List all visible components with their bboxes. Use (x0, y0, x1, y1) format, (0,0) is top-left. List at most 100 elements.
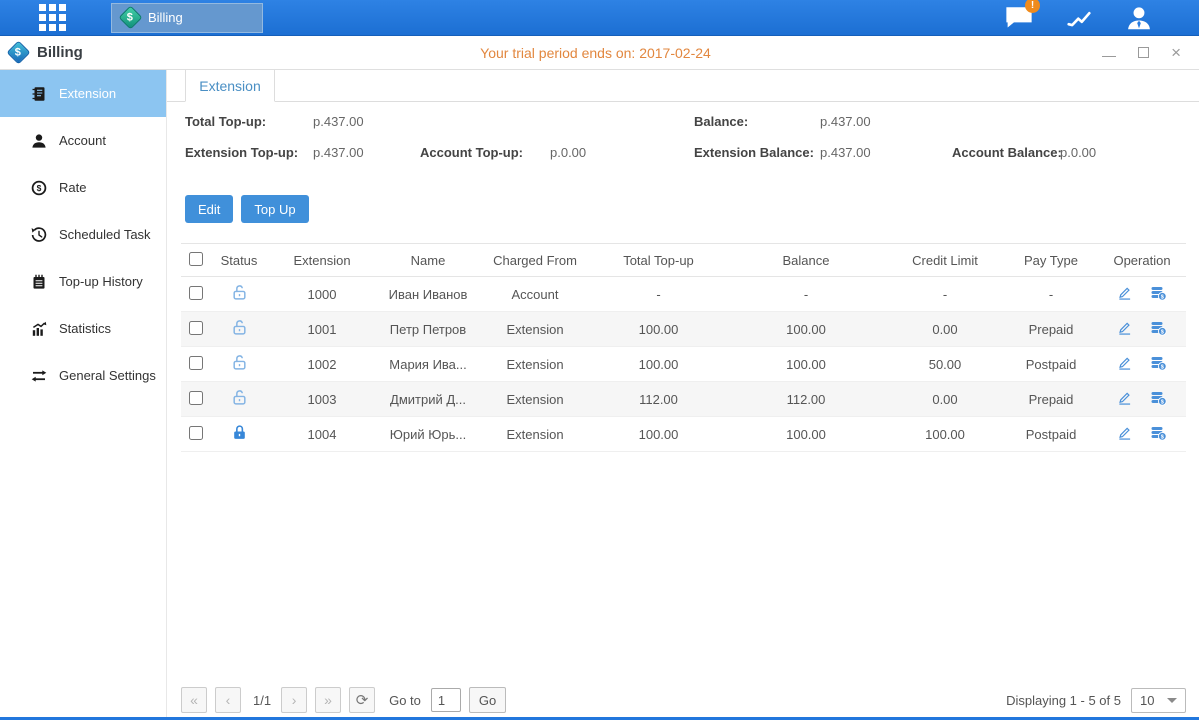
window-title: Billing (37, 44, 83, 61)
sidebar-item-rate[interactable]: $ Rate (0, 164, 166, 211)
select-all-checkbox[interactable] (189, 252, 203, 266)
row-checkbox[interactable] (189, 286, 203, 300)
sliders-icon (31, 368, 47, 384)
table-row: 1004 Юрий Юрь... Extension 100.00 100.00… (181, 417, 1186, 452)
cell-name: Петр Петров (377, 312, 479, 347)
edit-icon[interactable] (1117, 285, 1132, 300)
sidebar-item-account[interactable]: Account (0, 117, 166, 164)
refresh-icon[interactable]: ⟳ (349, 687, 375, 713)
notebook-icon (31, 274, 47, 290)
lock-open-icon[interactable] (231, 389, 248, 406)
total-topup-value: p.437.00 (313, 114, 364, 129)
sidebar-item-scheduled-task[interactable]: Scheduled Task (0, 211, 166, 258)
lock-open-icon[interactable] (231, 284, 248, 301)
cell-extension: 1003 (267, 382, 377, 417)
billing-app-icon: $ (118, 5, 142, 29)
col-pay-type: Pay Type (1004, 244, 1098, 277)
cell-pay-type: Postpaid (1004, 347, 1098, 382)
cell-name: Иван Иванов (377, 277, 479, 312)
go-button[interactable]: Go (469, 687, 506, 713)
cell-credit-limit: 0.00 (886, 312, 1004, 347)
sidebar-item-general-settings[interactable]: General Settings (0, 352, 166, 399)
row-checkbox[interactable] (189, 391, 203, 405)
topup-icon[interactable]: $ (1150, 355, 1167, 371)
extension-table: Status Extension Name Charged From Total… (181, 243, 1186, 452)
edit-button[interactable]: Edit (185, 195, 233, 223)
last-page-button[interactable]: » (315, 687, 341, 713)
edit-icon[interactable] (1117, 355, 1132, 370)
cell-charged-from: Extension (479, 312, 591, 347)
maximize-button[interactable] (1138, 47, 1149, 58)
sidebar-item-label: Account (59, 133, 106, 148)
row-checkbox[interactable] (189, 321, 203, 335)
col-extension: Extension (267, 244, 377, 277)
statistics-chart-icon[interactable] (1064, 5, 1094, 31)
taskbar-item-billing[interactable]: $ Billing (111, 3, 263, 33)
billing-window-icon: $ (6, 40, 30, 64)
pagination-bar: « ‹ 1/1 › » ⟳ Go to Go Displaying 1 - 5 … (181, 685, 1186, 715)
topup-icon[interactable]: $ (1150, 285, 1167, 301)
col-name: Name (377, 244, 479, 277)
cell-total-topup: 100.00 (591, 347, 726, 382)
edit-icon[interactable] (1117, 320, 1132, 335)
taskbar: $ Billing ! (0, 0, 1199, 36)
svg-text:$: $ (1161, 329, 1164, 335)
tab-extension[interactable]: Extension (185, 70, 275, 102)
topup-icon[interactable]: $ (1150, 320, 1167, 336)
sidebar-item-label: Scheduled Task (59, 227, 151, 242)
sidebar-item-topup-history[interactable]: Top-up History (0, 258, 166, 305)
balance-value: p.437.00 (820, 114, 871, 129)
col-status: Status (211, 244, 267, 277)
cell-credit-limit: - (886, 277, 1004, 312)
extension-balance-value: p.437.00 (820, 145, 871, 160)
close-button[interactable]: × (1171, 46, 1181, 60)
ledger-icon (31, 86, 47, 102)
next-page-button[interactable]: › (281, 687, 307, 713)
cell-credit-limit: 50.00 (886, 347, 1004, 382)
page-size-select[interactable]: 10 (1131, 688, 1186, 713)
goto-label: Go to (389, 693, 421, 708)
cell-credit-limit: 0.00 (886, 382, 1004, 417)
table-row: 1000 Иван Иванов Account - - - - $ (181, 277, 1186, 312)
cell-balance: 100.00 (726, 347, 886, 382)
sidebar-item-statistics[interactable]: Statistics (0, 305, 166, 352)
sidebar-item-label: General Settings (59, 368, 156, 383)
user-account-icon[interactable] (1124, 5, 1154, 31)
cell-balance: 100.00 (726, 417, 886, 452)
cell-balance: 112.00 (726, 382, 886, 417)
displaying-text: Displaying 1 - 5 of 5 (1006, 693, 1121, 708)
topup-icon[interactable]: $ (1150, 425, 1167, 441)
topup-icon[interactable]: $ (1150, 390, 1167, 406)
top-up-button[interactable]: Top Up (241, 195, 308, 223)
cell-name: Юрий Юрь... (377, 417, 479, 452)
tab-strip: Extension (167, 70, 1199, 102)
messages-icon[interactable]: ! (1004, 5, 1034, 31)
edit-icon[interactable] (1117, 425, 1132, 440)
balance-label: Balance: (694, 114, 748, 129)
cell-charged-from: Extension (479, 417, 591, 452)
lock-open-icon[interactable] (231, 354, 248, 371)
svg-text:$: $ (1161, 294, 1164, 300)
svg-text:$: $ (1161, 399, 1164, 405)
cell-pay-type: Prepaid (1004, 382, 1098, 417)
cell-extension: 1000 (267, 277, 377, 312)
edit-icon[interactable] (1117, 390, 1132, 405)
cell-total-topup: 100.00 (591, 312, 726, 347)
first-page-button[interactable]: « (181, 687, 207, 713)
lock-closed-icon[interactable] (231, 424, 248, 441)
sidebar-item-label: Top-up History (59, 274, 143, 289)
cell-pay-type: - (1004, 277, 1098, 312)
cell-credit-limit: 100.00 (886, 417, 1004, 452)
cell-extension: 1001 (267, 312, 377, 347)
sidebar-item-extension[interactable]: Extension (0, 70, 166, 117)
row-checkbox[interactable] (189, 426, 203, 440)
prev-page-button[interactable]: ‹ (215, 687, 241, 713)
app-launcher-icon[interactable] (35, 1, 69, 35)
goto-page-input[interactable] (431, 688, 461, 712)
cell-balance: - (726, 277, 886, 312)
minimize-button[interactable] (1102, 49, 1116, 57)
row-checkbox[interactable] (189, 356, 203, 370)
cell-total-topup: 112.00 (591, 382, 726, 417)
lock-open-icon[interactable] (231, 319, 248, 336)
extension-balance-label: Extension Balance: (694, 145, 814, 160)
